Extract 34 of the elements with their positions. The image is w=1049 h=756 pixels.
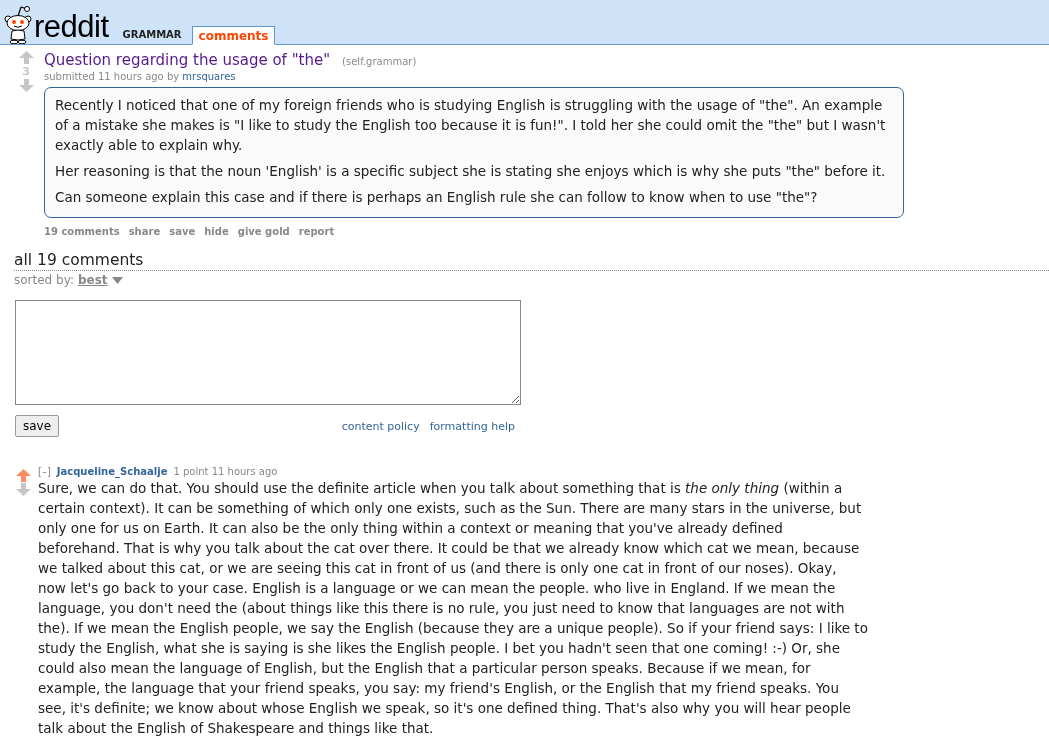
save-button[interactable]: save <box>15 415 60 437</box>
post-action-link[interactable]: 19 comments <box>44 226 120 237</box>
upvote-arrow-icon[interactable] <box>18 51 34 64</box>
tab[interactable]: comments <box>191 26 276 45</box>
comment-body: Sure, we can do that. You should use the definite article when you talk about something that is the only thing (within a certain context). It can be something of which only one exists, such as the Sun. There are many stars in the universe, but only one for us on Earth. It can also be the only thing within a context or meaning that you've already defined beforehand. That is why you talk about the cat over there. It could be that we already know which cat we mean, because we talked about this cat, or we are seeing this cat in front of us (and there is only one cat in front of our noses). Okay, now let's go back to your case. English is a language or we can mean the people. who live in England. If we mean the language, you don't need the (about things like this there is no rule, you just need to know that languages are not with the). If we mean the English people, we say the English (because they are a unique people). So if your friend says: I like to study the English, what she is saying is she likes the English people. I bet you hadn't seen that one coming! :-) Or, she could also mean the language of English, but the English that a particular person speaks. Because if we mean, for example, the language that your friend speaks, you say: my friend's English, or the English that my friend speaks. You see, it's definite; we know about whose English we speak, so it's one defined thing. That's also why you will hear people talk about the English of Shakespeare and things like that. <box>38 479 868 738</box>
post-action-link[interactable]: save <box>169 226 196 237</box>
author-link[interactable]: mrsquares <box>182 71 236 82</box>
collapse-toggle[interactable]: [–] <box>38 466 51 477</box>
comment-author[interactable]: Jacqueline_Schaalje <box>56 466 168 477</box>
caret-icon[interactable] <box>111 276 123 284</box>
post-action-link[interactable]: give gold <box>237 226 290 237</box>
sort-label: sorted by: <box>14 273 74 287</box>
post-paragraph: Recently I noticed that one of my foreign friends who is studying English is struggling with the usage of "the". An example of a mistake she makes is "I like to study the English too because it is fun!". I told her she could omit the "the" but I wasn't exactly able to explain why. <box>55 96 887 155</box>
score: 3 <box>22 65 30 78</box>
post-action-link[interactable]: share <box>128 226 161 237</box>
comment-input-field[interactable] <box>15 300 521 405</box>
post-paragraph: Her reasoning is that the noun 'English' is a specific subject she is stating she enjoys which is why she puts "the" before it. <box>55 162 887 181</box>
post-action-link[interactable]: hide <box>204 226 229 237</box>
sort-dropdown[interactable]: best <box>77 273 108 287</box>
submitted-info: submitted 11 hours ago by <box>44 71 180 82</box>
post-domain[interactable]: (self.grammar) <box>342 56 417 67</box>
post-paragraph: Can someone explain this case and if there is perhaps an English rule she can follow to know when to use "the"? <box>55 188 819 207</box>
comments-heading: all 19 comments <box>14 251 1049 271</box>
upvote-arrow-icon[interactable] <box>15 469 31 482</box>
alien-mascot-icon <box>4 4 32 44</box>
site-logo[interactable]: reddit <box>34 11 109 42</box>
help-link[interactable]: formatting help <box>429 419 515 433</box>
comment-meta: 1 point 11 hours ago <box>173 466 278 477</box>
help-link[interactable]: content policy <box>341 419 420 433</box>
post-title[interactable]: Question regarding the usage of "the" <box>44 51 331 69</box>
downvote-arrow-icon[interactable] <box>15 483 31 496</box>
downvote-arrow-icon[interactable] <box>18 79 34 92</box>
post-action-link[interactable]: report <box>298 226 335 237</box>
subreddit-name[interactable]: GRAMMAR <box>122 29 182 40</box>
